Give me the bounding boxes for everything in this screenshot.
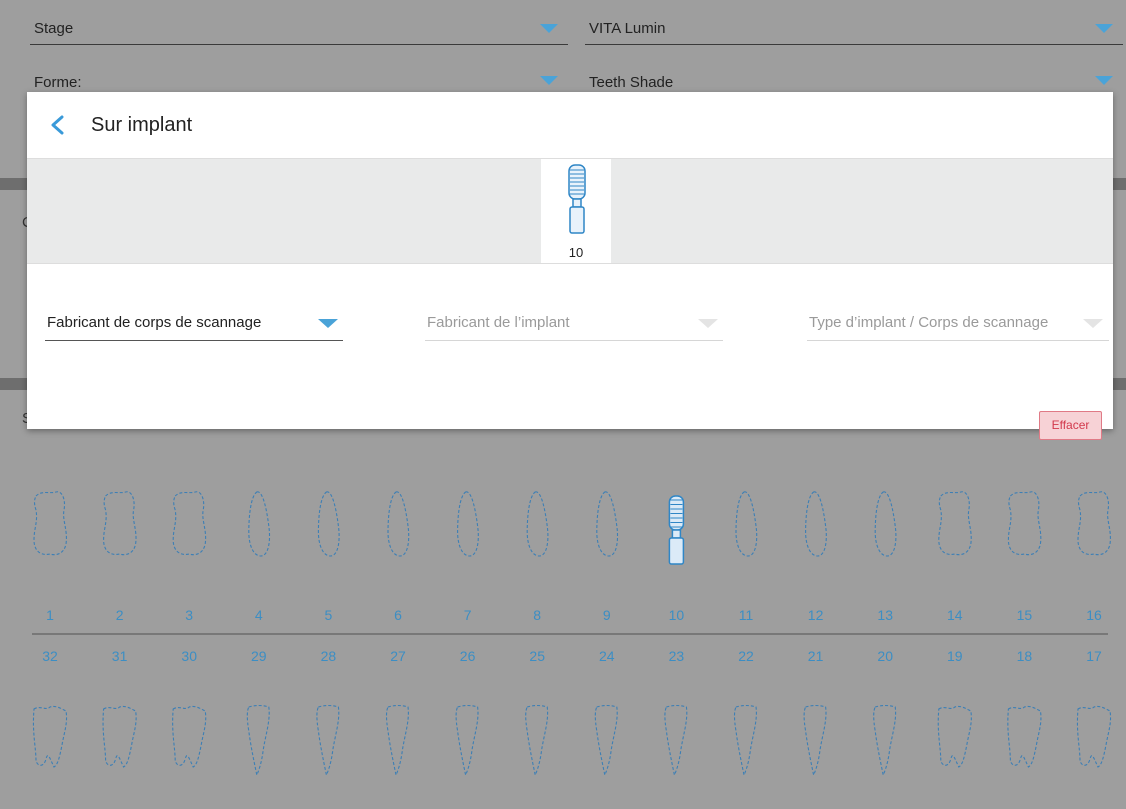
lower-tooth[interactable] bbox=[664, 704, 688, 777]
lower-tooth-number: 32 bbox=[42, 648, 58, 664]
lower-tooth[interactable] bbox=[937, 705, 972, 768]
upper-tooth-number: 2 bbox=[116, 607, 124, 623]
upper-tooth-number: 9 bbox=[603, 607, 611, 623]
upper-tooth[interactable] bbox=[387, 491, 410, 557]
lower-tooth-number: 24 bbox=[599, 648, 615, 664]
selected-tooth-number: 10 bbox=[568, 245, 584, 260]
upper-tooth[interactable] bbox=[172, 491, 207, 556]
upper-tooth-number: 6 bbox=[394, 607, 402, 623]
lower-tooth[interactable] bbox=[873, 704, 897, 777]
upper-tooth[interactable] bbox=[668, 495, 685, 565]
chevron-down-icon bbox=[698, 319, 718, 328]
upper-tooth-number: 5 bbox=[325, 607, 333, 623]
upper-tooth[interactable] bbox=[596, 491, 619, 557]
stage-label: Stage bbox=[34, 20, 74, 37]
lower-tooth-number: 25 bbox=[529, 648, 545, 664]
implant-type-placeholder: Type d’implant / Corps de scannage bbox=[809, 314, 1049, 331]
lower-tooth-number: 22 bbox=[738, 648, 754, 664]
lower-tooth-number: 21 bbox=[808, 648, 824, 664]
back-arrow-icon[interactable] bbox=[47, 114, 69, 136]
scanbody-manufacturer-placeholder: Fabricant de corps de scannage bbox=[47, 314, 262, 331]
selected-teeth-strip: 10 bbox=[27, 159, 1113, 264]
upper-tooth[interactable] bbox=[1077, 491, 1111, 556]
lower-tooth[interactable] bbox=[1076, 705, 1112, 768]
lower-tooth[interactable] bbox=[385, 704, 409, 777]
upper-tooth[interactable] bbox=[103, 491, 137, 556]
lower-tooth[interactable] bbox=[172, 705, 207, 768]
upper-tooth-number: 13 bbox=[877, 607, 893, 623]
scanbody-manufacturer-select[interactable]: Fabricant de corps de scannage bbox=[45, 310, 343, 341]
upper-tooth-number: 8 bbox=[533, 607, 541, 623]
lower-tooth-number: 29 bbox=[251, 648, 267, 664]
dialog-header: Sur implant bbox=[27, 92, 1113, 159]
lower-tooth-number: 28 bbox=[321, 648, 337, 664]
lower-tooth[interactable] bbox=[733, 704, 757, 777]
lower-tooth[interactable] bbox=[455, 704, 479, 777]
lower-tooth-number: 26 bbox=[460, 648, 476, 664]
lower-tooth-number: 20 bbox=[877, 648, 893, 664]
upper-tooth-number: 4 bbox=[255, 607, 263, 623]
upper-tooth[interactable] bbox=[317, 491, 340, 557]
lower-tooth[interactable] bbox=[1007, 705, 1042, 768]
lower-tooth-number: 27 bbox=[390, 648, 406, 664]
upper-tooth[interactable] bbox=[938, 491, 972, 556]
chevron-down-icon bbox=[1095, 24, 1113, 33]
upper-tooth-number: 7 bbox=[464, 607, 472, 623]
shape-label: Forme: bbox=[34, 74, 82, 91]
lower-tooth-number: 19 bbox=[947, 648, 963, 664]
implant-manufacturer-select[interactable]: Fabricant de l’implant bbox=[425, 310, 723, 341]
lower-tooth[interactable] bbox=[316, 704, 340, 777]
lower-tooth[interactable] bbox=[246, 704, 270, 777]
chevron-down-icon bbox=[540, 76, 558, 85]
clear-button[interactable]: Effacer bbox=[1039, 411, 1102, 440]
upper-tooth[interactable] bbox=[33, 491, 67, 556]
chevron-down-icon bbox=[318, 319, 338, 328]
lower-tooth-number: 17 bbox=[1086, 648, 1102, 664]
chevron-down-icon bbox=[540, 24, 558, 33]
implant-type-select[interactable]: Type d’implant / Corps de scannage bbox=[807, 310, 1109, 341]
chevron-down-icon bbox=[1083, 319, 1103, 328]
implant-manufacturer-placeholder: Fabricant de l’implant bbox=[427, 314, 570, 331]
implant-dialog: Sur implant 10 Fabricant de corps de sca… bbox=[27, 92, 1113, 440]
lower-tooth-number: 31 bbox=[112, 648, 128, 664]
upper-tooth[interactable] bbox=[526, 491, 549, 557]
lower-tooth-number: 23 bbox=[669, 648, 685, 664]
lower-tooth-number: 18 bbox=[1017, 648, 1033, 664]
dialog-title: Sur implant bbox=[91, 114, 193, 136]
upper-tooth-number: 1 bbox=[46, 607, 54, 623]
upper-tooth[interactable] bbox=[874, 491, 897, 557]
upper-tooth[interactable] bbox=[457, 491, 479, 557]
shade-system-dropdown[interactable]: VITA Lumin bbox=[585, 12, 1123, 45]
upper-tooth-number: 11 bbox=[739, 607, 754, 623]
upper-tooth[interactable] bbox=[805, 491, 827, 557]
shade-system-value: VITA Lumin bbox=[589, 20, 666, 37]
upper-tooth[interactable] bbox=[1007, 491, 1042, 556]
stage-dropdown[interactable]: Stage bbox=[30, 12, 568, 45]
upper-tooth-number: 3 bbox=[185, 607, 193, 623]
upper-tooth-number: 15 bbox=[1017, 607, 1033, 623]
upper-tooth[interactable] bbox=[735, 491, 758, 557]
teeth-chart: 1 2 3 4 5 6 7 8 9 10 11 12 13 14 15 16 32 31 30 29 28 27 26 25… bbox=[32, 491, 1112, 777]
lower-tooth[interactable] bbox=[594, 704, 618, 777]
upper-tooth-number: 12 bbox=[808, 607, 824, 623]
lower-tooth-number: 30 bbox=[181, 648, 197, 664]
lower-tooth[interactable] bbox=[803, 704, 827, 777]
selected-tooth-card[interactable]: 10 bbox=[541, 159, 611, 263]
lower-tooth[interactable] bbox=[32, 705, 68, 768]
lower-tooth[interactable] bbox=[102, 705, 137, 768]
upper-tooth-number: 14 bbox=[947, 607, 963, 623]
upper-tooth-number: 16 bbox=[1086, 607, 1102, 623]
implant-icon bbox=[568, 164, 586, 234]
chevron-down-icon bbox=[1095, 76, 1113, 85]
upper-tooth[interactable] bbox=[248, 491, 271, 557]
lower-tooth[interactable] bbox=[525, 704, 549, 777]
teeth-shade-label: Teeth Shade bbox=[589, 74, 674, 91]
upper-tooth-number: 10 bbox=[669, 607, 685, 623]
